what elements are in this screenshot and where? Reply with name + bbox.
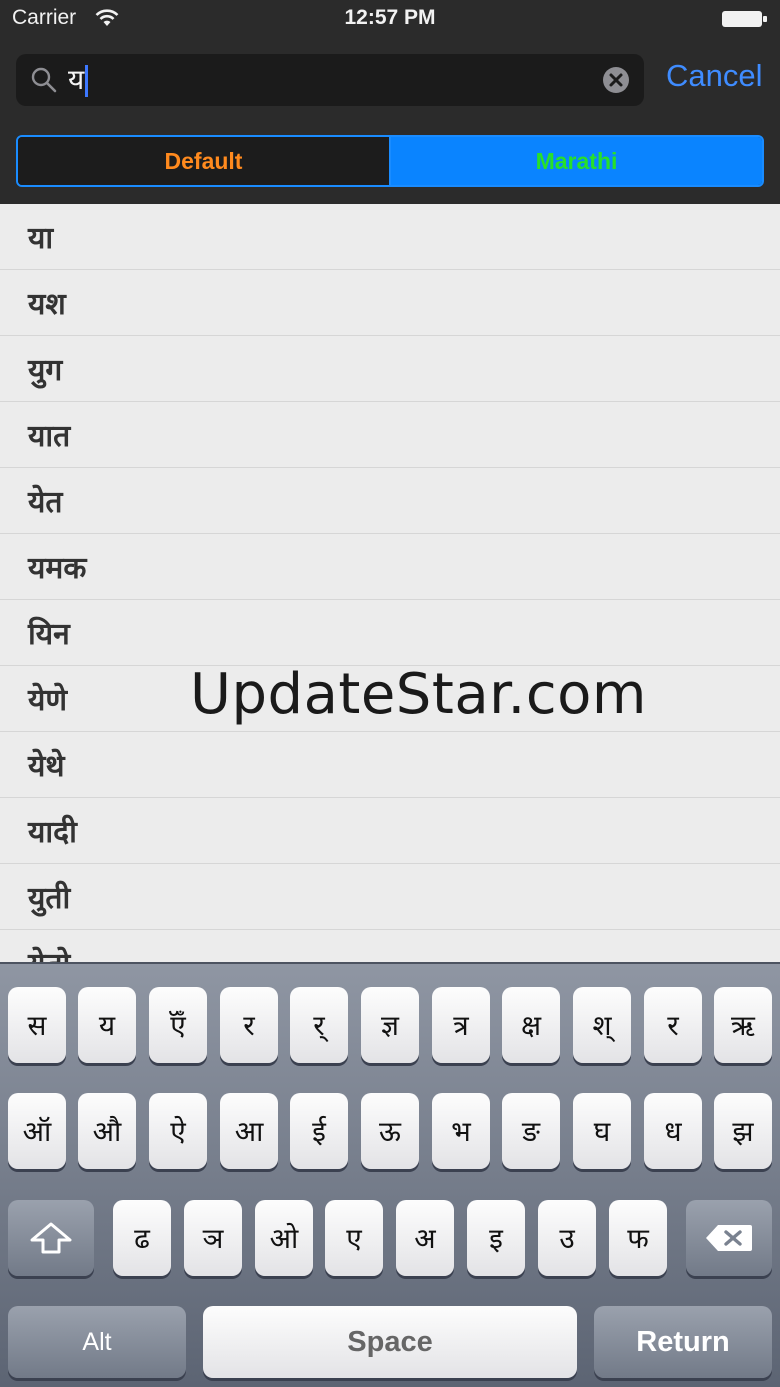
list-item[interactable]: येतो [0,930,780,962]
key[interactable]: ऍँ [149,987,207,1063]
list-item[interactable]: येथे [0,732,780,798]
segment-default[interactable]: Default [18,137,391,185]
key[interactable]: स [8,987,66,1063]
search-query-text: य [68,63,85,96]
key[interactable]: ङ [502,1093,560,1169]
key[interactable]: ध [644,1093,702,1169]
key[interactable]: ज्ञ [361,987,419,1063]
key[interactable]: ऐ [149,1093,207,1169]
list-item[interactable]: यादी [0,798,780,864]
list-item[interactable]: युती [0,864,780,930]
key[interactable]: उ [538,1200,596,1276]
key[interactable]: फ [609,1200,667,1276]
key[interactable]: औ [78,1093,136,1169]
key[interactable]: घ [573,1093,631,1169]
battery-icon [722,11,767,27]
key[interactable]: अ [396,1200,454,1276]
key[interactable]: ऊ [361,1093,419,1169]
key[interactable]: ओ [255,1200,313,1276]
space-key[interactable]: Space [203,1306,577,1378]
key[interactable]: आ [220,1093,278,1169]
search-query: य [68,62,89,98]
key[interactable]: र [220,987,278,1063]
clear-icon[interactable] [602,66,630,94]
results-list[interactable]: या यश युग यात येत यमक यिन येणे येथे यादी… [0,204,780,962]
marathi-keyboard: स य ऍँ र र् ज्ञ त्र क्ष श् र ऋ ऑ औ ऐ आ ई… [0,962,780,1387]
key[interactable]: ऋ [714,987,772,1063]
return-key[interactable]: Return [594,1306,772,1378]
list-item[interactable]: यात [0,402,780,468]
language-segmented-control: Default Marathi [16,135,764,187]
key[interactable]: ढ [113,1200,171,1276]
list-item[interactable]: या [0,204,780,270]
key[interactable]: र् [290,987,348,1063]
watermark: UpdateStar.com [190,662,647,727]
key[interactable]: ऑ [8,1093,66,1169]
backspace-icon [706,1225,752,1251]
search-header: य Cancel Default Marathi [0,40,780,204]
text-caret [85,65,89,97]
search-icon [31,67,57,93]
key[interactable]: य [78,987,136,1063]
backspace-key[interactable] [686,1200,772,1276]
key[interactable]: इ [467,1200,525,1276]
list-item[interactable]: युग [0,336,780,402]
list-item[interactable]: यमक [0,534,780,600]
key[interactable]: र [644,987,702,1063]
list-item[interactable]: यिन [0,600,780,666]
list-item[interactable]: येत [0,468,780,534]
key[interactable]: ञ [184,1200,242,1276]
cancel-button[interactable]: Cancel [666,58,763,94]
key[interactable]: त्र [432,987,490,1063]
segment-marathi[interactable]: Marathi [391,137,762,185]
clock: 12:57 PM [344,6,436,29]
key[interactable]: ए [325,1200,383,1276]
key[interactable]: झ [714,1093,772,1169]
key[interactable]: क्ष [502,987,560,1063]
key[interactable]: ई [290,1093,348,1169]
shift-icon [30,1222,72,1254]
key[interactable]: भ [432,1093,490,1169]
shift-key[interactable] [8,1200,94,1276]
search-input[interactable]: य [16,54,644,106]
list-item[interactable]: यश [0,270,780,336]
alt-key[interactable]: Alt [8,1306,186,1378]
status-bar: Carrier 12:57 PM [0,0,780,40]
key[interactable]: श् [573,987,631,1063]
